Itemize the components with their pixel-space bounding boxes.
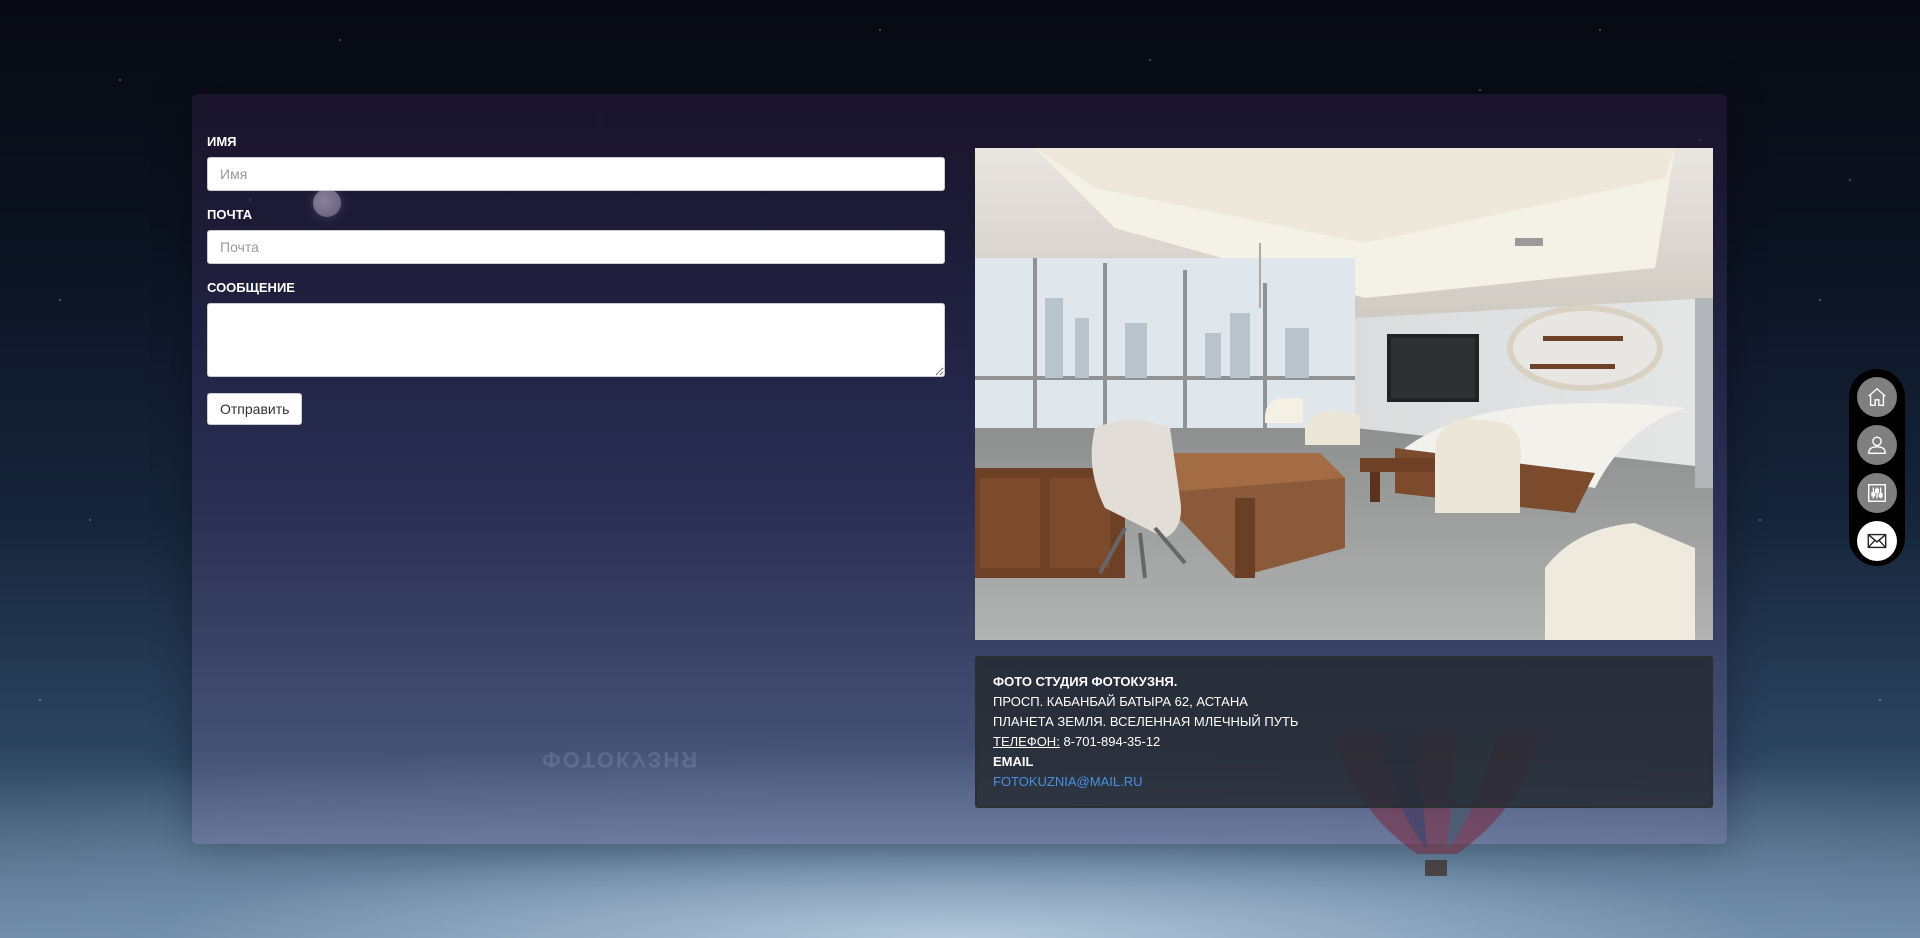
phone-value: 8-701-894-35-12	[1063, 734, 1161, 749]
office-photo	[975, 148, 1713, 640]
contact-info-box: Фото студия ФотоКузня. Просп. Кабанбай Б…	[975, 656, 1713, 808]
watermark-text: ФОТОКУЗНЯ	[542, 747, 700, 772]
user-icon	[1868, 436, 1886, 454]
contact-panel: Имя Почта Сообщение Отправить ФОТОКУЗНЯ	[192, 94, 1727, 876]
submit-button[interactable]: Отправить	[207, 393, 303, 425]
sliders-icon	[1868, 484, 1886, 502]
email-label: Почта	[207, 207, 253, 222]
side-navigation	[1849, 369, 1905, 566]
message-label: Сообщение	[207, 280, 295, 295]
phone-label: Телефон:	[993, 734, 1060, 749]
nav-settings-button[interactable]	[1857, 473, 1897, 513]
nav-contact-button[interactable]	[1857, 521, 1897, 561]
nav-profile-button[interactable]	[1857, 425, 1897, 465]
contact-form: Имя Почта Сообщение Отправить	[207, 134, 945, 425]
email-link[interactable]: fotokuznia@mail.ru	[993, 774, 1142, 789]
studio-name: Фото студия ФотоКузня.	[993, 674, 1178, 689]
nav-home-button[interactable]	[1857, 377, 1897, 417]
mail-icon	[1867, 533, 1887, 549]
planet-line: Планета Земля. Вселенная Млечный Путь	[993, 714, 1299, 729]
address-line: Просп. Кабанбай Батыра 62, Астана	[993, 694, 1248, 709]
home-icon	[1868, 387, 1886, 406]
phone-row: Телефон: 8-701-894-35-12	[993, 732, 1695, 752]
name-input[interactable]	[207, 157, 945, 191]
name-label: Имя	[207, 134, 237, 149]
email-heading: Email	[993, 754, 1034, 769]
message-textarea[interactable]	[207, 303, 945, 377]
email-input[interactable]	[207, 230, 945, 264]
